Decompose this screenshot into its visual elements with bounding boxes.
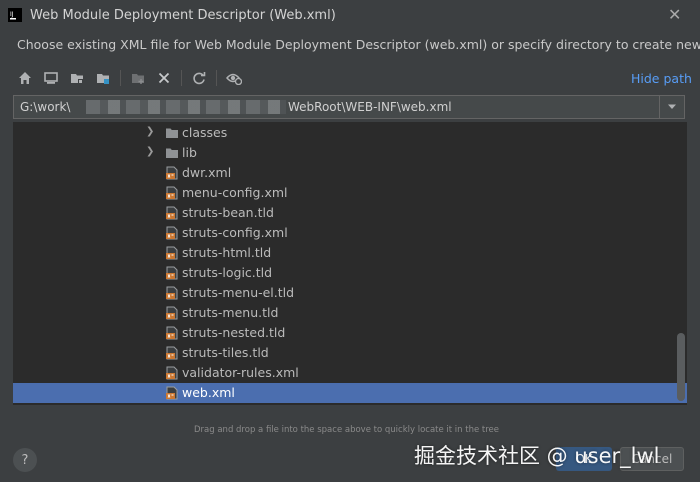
path-history-dropdown[interactable] (659, 96, 684, 118)
tree-item-label: struts-menu.tld (182, 305, 279, 320)
tree-scrollbar-thumb[interactable] (677, 333, 685, 401)
tree-item-label: lib (182, 145, 197, 160)
path-prefix-text: G:\work\ (20, 100, 71, 114)
xml-file-icon (166, 386, 178, 400)
home-icon[interactable] (14, 67, 36, 89)
path-suffix-text: WebRoot\WEB-INF\web.xml (288, 100, 452, 114)
module-folder-icon[interactable] (92, 67, 114, 89)
toolbar-separator (216, 70, 217, 86)
tree-item-label: menu-config.xml (182, 185, 288, 200)
help-button[interactable]: ? (13, 448, 37, 472)
xml-file-icon (166, 226, 178, 240)
project-folder-icon[interactable] (66, 67, 88, 89)
xml-file-icon (166, 286, 178, 300)
tree-folder-row[interactable]: ❯ classes (13, 123, 687, 143)
tree-file-row[interactable]: struts-config.xml (13, 223, 687, 243)
show-hidden-icon[interactable] (223, 67, 245, 89)
chevron-right-icon[interactable]: ❯ (146, 146, 154, 157)
title-bar: IJ Web Module Deployment Descriptor (Web… (0, 0, 700, 32)
tree-file-row[interactable]: dwr.xml (13, 163, 687, 183)
tree-folder-row[interactable]: ❯ lib (13, 143, 687, 163)
tree-file-row[interactable]: struts-menu-el.tld (13, 283, 687, 303)
xml-file-icon (166, 166, 178, 180)
tree-item-label: struts-logic.tld (182, 265, 273, 280)
desktop-icon[interactable] (40, 67, 62, 89)
redacted-path-segment (86, 100, 286, 114)
tree-file-row[interactable]: web.xml (13, 383, 687, 403)
refresh-icon[interactable] (188, 67, 210, 89)
tree-file-row[interactable]: struts-html.tld (13, 243, 687, 263)
dialog-description: Choose existing XML file for Web Module … (17, 37, 700, 52)
drag-drop-hint: Drag and drop a file into the space abov… (194, 425, 500, 435)
tree-item-label: web.xml (182, 385, 235, 400)
tree-item-label: validator-rules.xml (182, 365, 299, 380)
xml-file-icon (166, 266, 178, 280)
close-icon[interactable]: ✕ (668, 5, 681, 24)
tree-item-label: classes (182, 125, 228, 140)
chevron-down-icon (668, 104, 676, 109)
new-folder-icon[interactable] (127, 67, 149, 89)
xml-file-icon (166, 306, 178, 320)
xml-file-icon (166, 206, 178, 220)
tree-item-label: struts-html.tld (182, 245, 272, 260)
folder-icon (166, 148, 178, 158)
xml-file-icon (166, 326, 178, 340)
tree-file-row[interactable]: validator-rules.xml (13, 363, 687, 383)
xml-file-icon (166, 246, 178, 260)
tree-folder-row[interactable]: ❯ (13, 403, 687, 405)
delete-icon[interactable] (153, 67, 175, 89)
tree-item-label: struts-nested.tld (182, 325, 286, 340)
window-title: Web Module Deployment Descriptor (Web.xm… (30, 8, 336, 23)
toolbar (14, 67, 249, 89)
tree-item-label: dwr.xml (182, 165, 232, 180)
svg-text:IJ: IJ (10, 11, 14, 18)
chevron-right-icon[interactable]: ❯ (146, 126, 154, 137)
toolbar-separator (181, 70, 182, 86)
intellij-app-icon: IJ (8, 8, 22, 22)
toolbar-separator (120, 70, 121, 86)
tree-file-row[interactable]: struts-tiles.tld (13, 343, 687, 363)
path-field[interactable]: G:\work\ WebRoot\WEB-INF\web.xml (13, 95, 685, 119)
tree-item-label: struts-config.xml (182, 225, 288, 240)
xml-file-icon (166, 366, 178, 380)
tree-file-row[interactable]: struts-bean.tld (13, 203, 687, 223)
tree-item-label: struts-tiles.tld (182, 345, 269, 360)
tree-file-row[interactable]: struts-menu.tld (13, 303, 687, 323)
xml-file-icon (166, 346, 178, 360)
site-watermark: 掘金技术社区 @ user_lwl (414, 444, 660, 468)
tree-item-label: struts-bean.tld (182, 205, 274, 220)
tree-file-row[interactable]: struts-nested.tld (13, 323, 687, 343)
tree-file-row[interactable]: menu-config.xml (13, 183, 687, 203)
xml-file-icon (166, 186, 178, 200)
hide-path-link[interactable]: Hide path (631, 71, 692, 86)
file-tree[interactable]: ❯ classes ❯ lib dwr.xml menu-config.xml struts… (13, 122, 687, 405)
folder-icon (166, 128, 178, 138)
tree-item-label: struts-menu-el.tld (182, 285, 295, 300)
tree-file-row[interactable]: struts-logic.tld (13, 263, 687, 283)
